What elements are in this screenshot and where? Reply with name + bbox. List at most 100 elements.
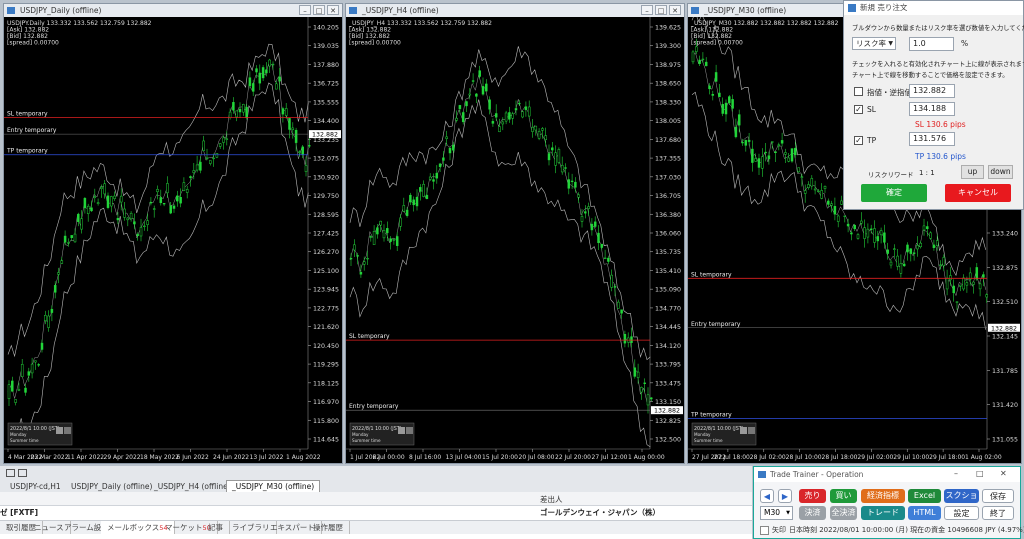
maximize-icon[interactable]: □ <box>313 5 325 15</box>
candle-body <box>425 194 429 199</box>
minimize-icon[interactable]: – <box>954 469 958 478</box>
candle-body <box>34 360 37 363</box>
down-button[interactable]: down <box>988 165 1013 179</box>
candle-body <box>96 202 100 204</box>
candle-body <box>182 182 186 191</box>
chart-plot[interactable]: USDJPY.Daily 133.332 133.562 132.759 132… <box>4 17 342 463</box>
candle-body <box>382 230 386 239</box>
candle-body <box>248 77 252 87</box>
candle-body <box>258 72 262 84</box>
confirm-button[interactable]: 確定 <box>861 184 927 202</box>
excel-button[interactable]: Excel <box>908 489 941 503</box>
time-tick-label: 27 Jul 18:00 <box>714 454 750 461</box>
indicator-button[interactable]: 経済指標 <box>861 489 905 503</box>
settings-button[interactable]: 設定 <box>944 506 979 520</box>
candle-body <box>554 152 557 166</box>
tab-grid-icon[interactable] <box>18 469 27 477</box>
sell-button[interactable]: 売り <box>799 489 826 503</box>
candle-body <box>853 224 856 230</box>
mail-row[interactable]: ゼ [FXTF] ゴールデンウェイ・ジャパン（株） <box>0 506 752 519</box>
candle-body <box>60 260 64 264</box>
buy-button[interactable]: 買い <box>830 489 857 503</box>
screenshot-button[interactable]: スクショ <box>944 489 979 503</box>
price-tick-label: 131.420 <box>992 402 1018 409</box>
candle-body <box>235 110 238 118</box>
close-icon[interactable]: ✕ <box>669 5 681 15</box>
limit-label: 指値・逆指値 <box>867 88 912 97</box>
current-price-value: 132.882 <box>654 408 680 415</box>
arrow-checkbox[interactable] <box>760 526 769 535</box>
minimize-icon[interactable]: – <box>641 5 653 15</box>
candle-body <box>90 207 93 212</box>
chart-plot[interactable]: _USDJPY_H4 133.332 133.562 132.759 132.8… <box>346 17 684 463</box>
candle-body <box>846 223 850 227</box>
tab-usdjpy-h4[interactable]: _USDJPY_H4 (offline) <box>154 482 231 491</box>
candle-body <box>386 228 389 234</box>
candle-body <box>362 261 366 265</box>
settle-all-button[interactable]: 全決済 <box>830 506 857 520</box>
chart-titlebar[interactable]: _USDJPY_H4 (offline) – □ ✕ <box>346 4 684 17</box>
price-chart-h4[interactable]: _USDJPY_H4 133.332 133.562 132.759 132.8… <box>346 17 684 463</box>
limit-input[interactable]: 132.882 <box>909 84 955 98</box>
next-button[interactable]: ▶ <box>778 489 792 503</box>
candle-body <box>518 102 521 105</box>
tp-input[interactable]: 131.576 <box>909 132 955 146</box>
save-button[interactable]: 保存 <box>982 489 1014 503</box>
candle-body <box>195 164 199 171</box>
settle-button[interactable]: 決済 <box>799 506 826 520</box>
candle-body <box>557 149 561 163</box>
mode-select[interactable]: リスク率 ▼ <box>852 37 896 50</box>
price-tick-label: 133.795 <box>655 362 681 369</box>
tp-checkbox[interactable]: ✓ <box>854 136 863 145</box>
candle-body <box>797 167 800 173</box>
candle-body <box>774 151 777 154</box>
price-tick-label: 131.785 <box>992 368 1018 375</box>
chart-window-daily[interactable]: USDJPY_Daily (offline) – □ ✕ USDJPY.Daily … <box>3 3 343 464</box>
exit-button[interactable]: 終了 <box>982 506 1014 520</box>
limit-checkbox[interactable] <box>854 87 863 96</box>
candle-body <box>731 99 734 109</box>
price-tick-label: 127.425 <box>313 231 339 238</box>
candle-body <box>521 111 524 118</box>
candle-body <box>737 114 741 126</box>
trainer-titlebar[interactable]: Trade Trainer - Operation – □ ✕ <box>754 467 1020 482</box>
candle-body <box>298 151 301 153</box>
maximize-icon[interactable]: □ <box>976 469 984 478</box>
candle-body <box>50 308 54 313</box>
prev-button[interactable]: ◀ <box>760 489 774 503</box>
chart-window-h4[interactable]: _USDJPY_H4 (offline) – □ ✕ _USDJPY_H4 133.… <box>345 3 685 464</box>
html-button[interactable]: HTML <box>908 506 941 520</box>
chart-titlebar[interactable]: USDJPY_Daily (offline) – □ ✕ <box>4 4 342 17</box>
risk-input[interactable]: 1.0 <box>909 37 954 51</box>
time-tick-label: 27 Jul 12:00 <box>592 454 628 461</box>
price-tick-label: 126.270 <box>313 249 339 256</box>
timeframe-select[interactable]: M30 ▼ <box>760 506 793 520</box>
close-icon[interactable]: ✕ <box>327 5 339 15</box>
close-icon[interactable]: ✕ <box>1000 469 1007 478</box>
tab-usdjpy-daily[interactable]: USDJPY_Daily (offline) <box>71 482 152 491</box>
candle-body <box>491 121 495 124</box>
candle-body <box>57 272 60 275</box>
tab-journal[interactable]: 操作履歴 <box>307 521 350 534</box>
sl-input[interactable]: 134.188 <box>909 102 955 116</box>
candle-body <box>485 83 488 92</box>
minimize-icon[interactable]: – <box>299 5 311 15</box>
dialog-titlebar[interactable]: 新規 売り注文 <box>844 1 1023 15</box>
up-button[interactable]: up <box>961 165 984 179</box>
sl-checkbox[interactable]: ✓ <box>854 105 863 114</box>
price-tick-label: 129.750 <box>313 193 339 200</box>
candle-body <box>850 232 853 235</box>
candle-body <box>985 294 988 298</box>
time-tick-label: 1 Aug 00:00 <box>628 454 665 461</box>
tab-usdjpy-h1[interactable]: USDJPY-cd,H1 <box>10 482 61 491</box>
trend-button[interactable]: トレード <box>861 506 905 520</box>
candle-body <box>471 80 475 82</box>
candle-body <box>959 284 962 287</box>
tab-add-icon[interactable] <box>6 469 15 477</box>
maximize-icon[interactable]: □ <box>655 5 667 15</box>
chevron-down-icon: ▼ <box>888 40 893 47</box>
cancel-button[interactable]: キャンセル <box>945 184 1011 202</box>
price-chart-daily[interactable]: USDJPY.Daily 133.332 133.562 132.759 132… <box>4 17 342 463</box>
candle-body <box>873 228 876 243</box>
price-tick-label: 131.055 <box>992 437 1018 444</box>
